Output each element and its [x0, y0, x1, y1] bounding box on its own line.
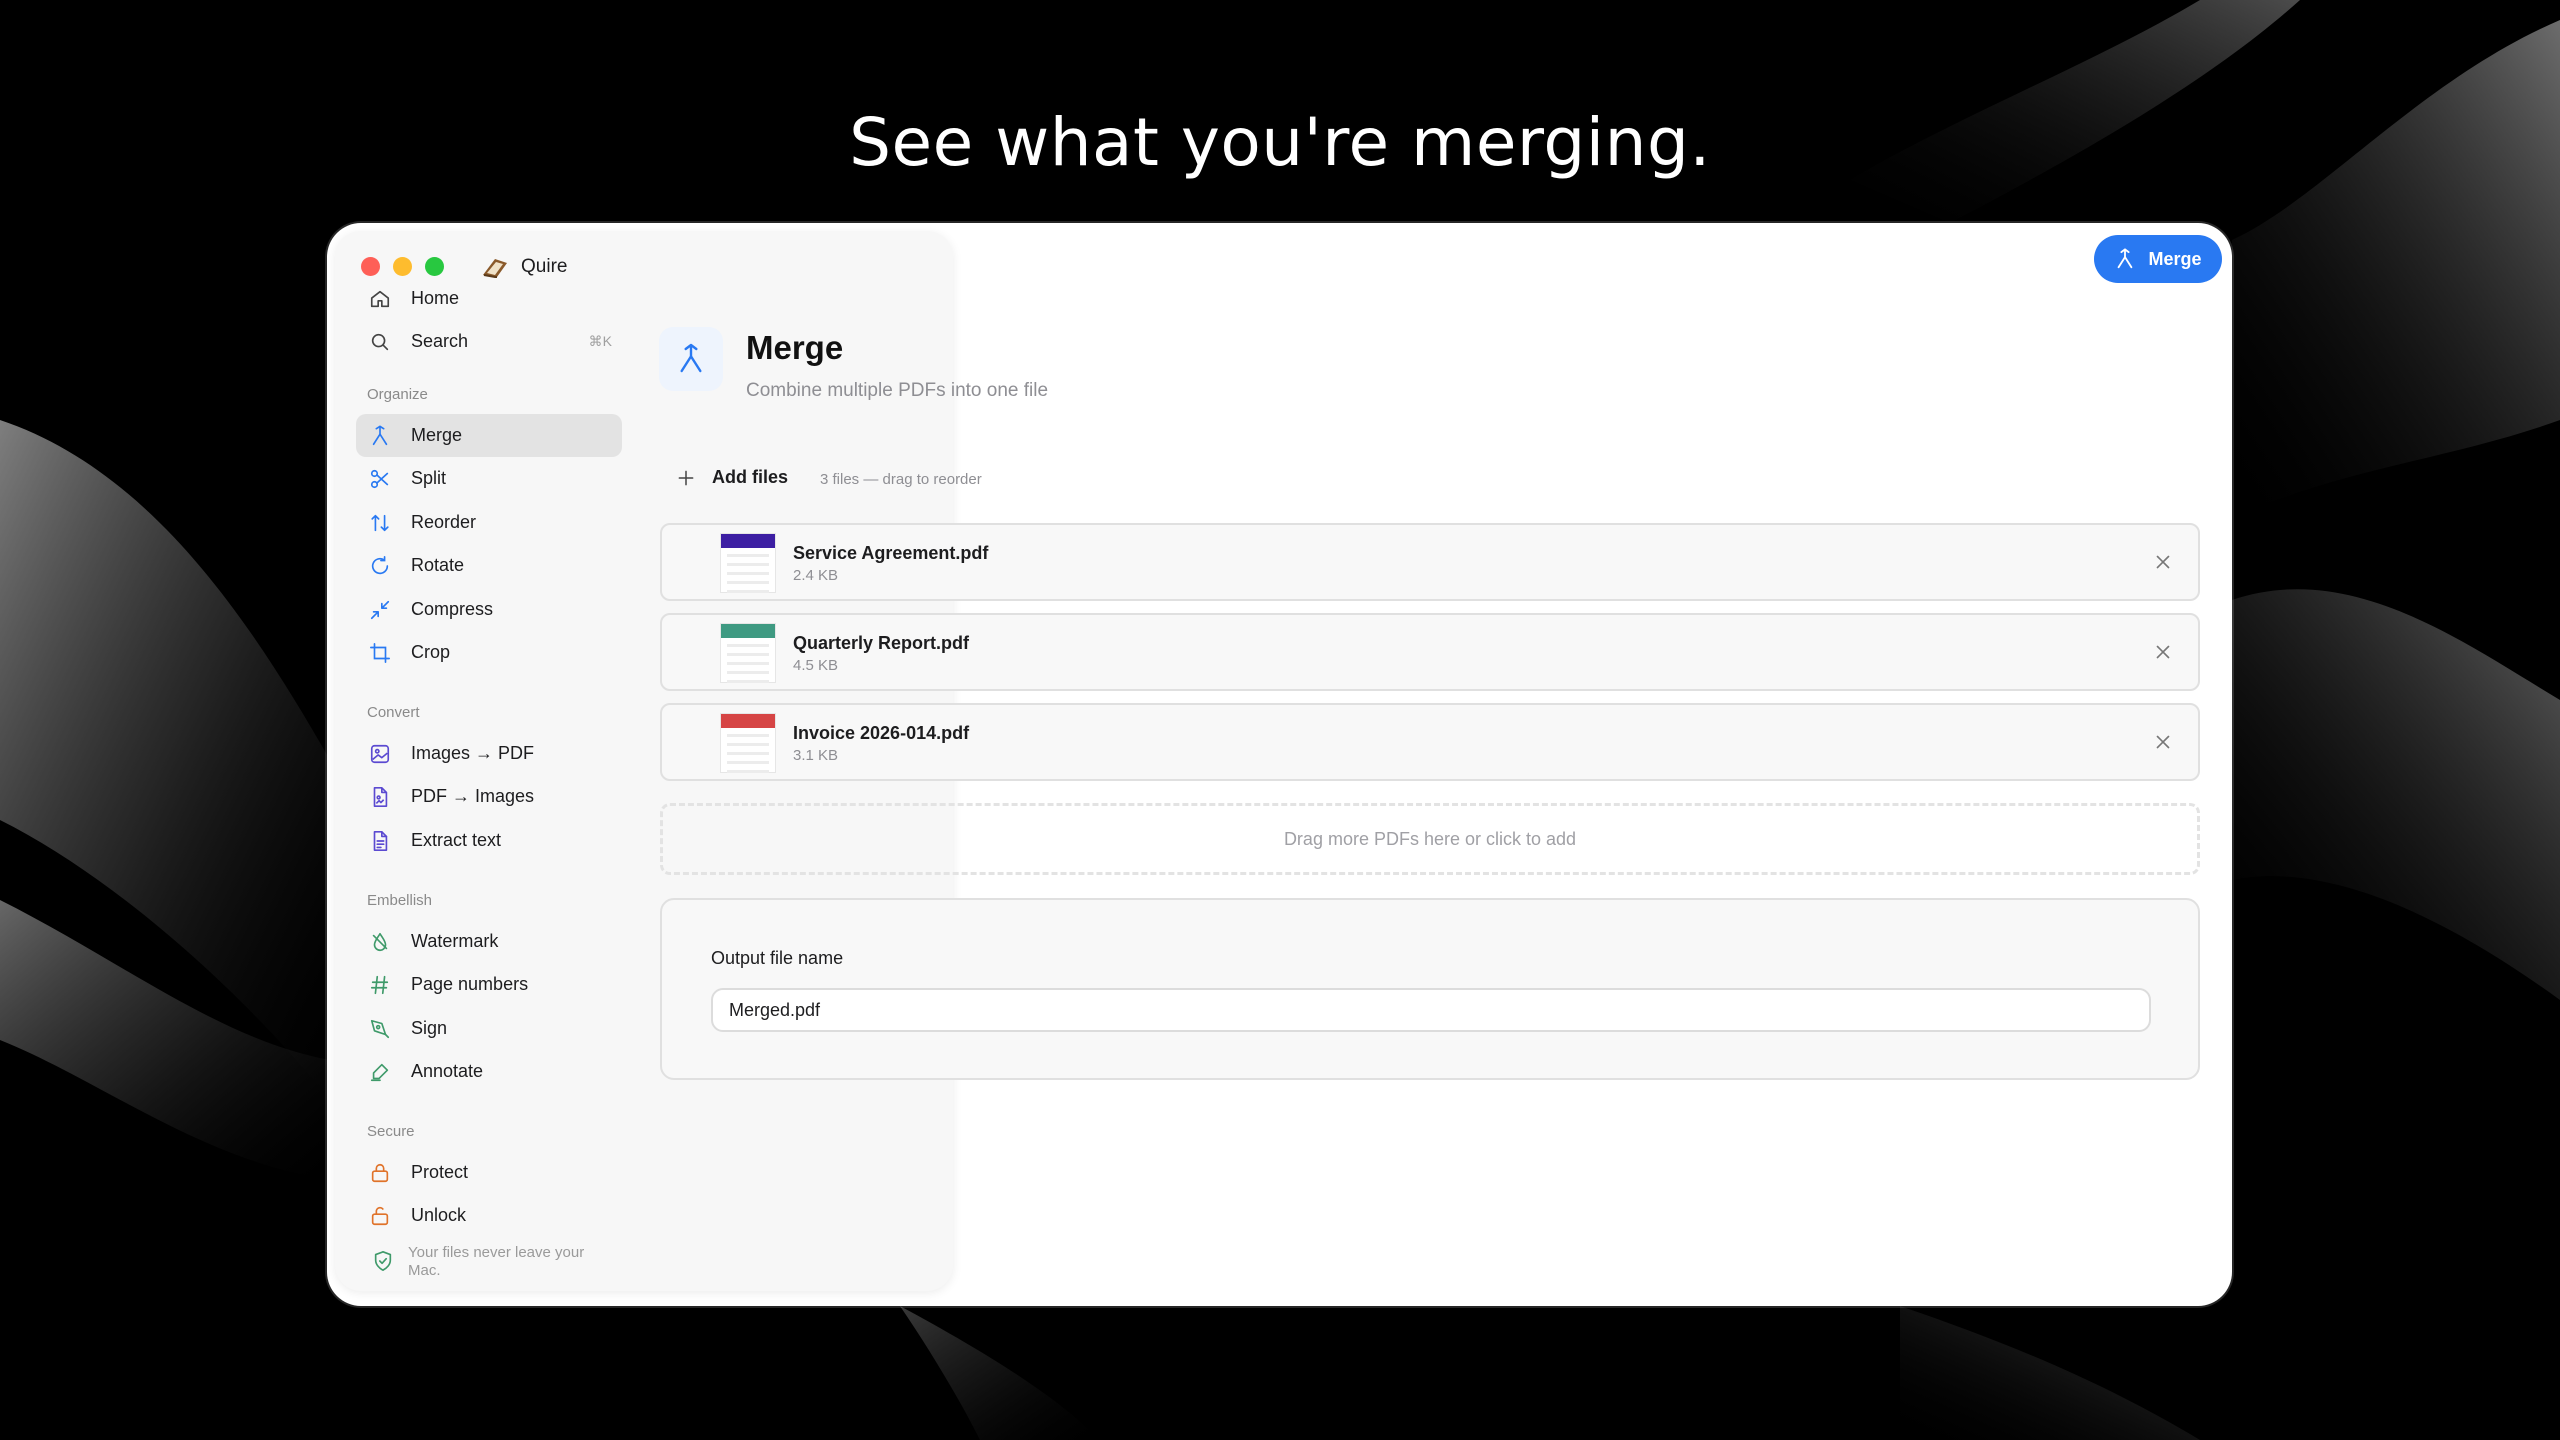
file-row[interactable]: Quarterly Report.pdf 4.5 KB — [660, 613, 2200, 691]
window-controls — [361, 257, 444, 276]
output-file-name-input[interactable] — [711, 988, 2151, 1032]
app-title: Quire — [481, 255, 567, 279]
sidebar-item-home[interactable]: Home — [356, 277, 622, 320]
minimize-window-button[interactable] — [393, 257, 412, 276]
page-title: Merge — [746, 329, 844, 366]
sidebar-item-sign[interactable]: Sign — [356, 1007, 622, 1050]
lock-icon — [371, 1163, 389, 1182]
file-row[interactable]: Invoice 2026-014.pdf 3.1 KB — [660, 703, 2200, 781]
merge-icon — [2118, 248, 2133, 269]
sidebar-item-merge[interactable]: Merge — [356, 414, 622, 457]
search-shortcut: ⌘K — [588, 333, 612, 349]
file-thumbnail — [720, 713, 776, 773]
sidebar-item-page-numbers[interactable]: Page numbers — [356, 963, 622, 1006]
sidebar-item-crop[interactable]: Crop — [356, 631, 622, 674]
sidebar-item-images-to-pdf[interactable]: Images → PDF — [356, 732, 622, 775]
sidebar-item-search[interactable]: Search ⌘K — [356, 320, 622, 363]
drop-zone[interactable]: Drag more PDFs here or click to add — [660, 803, 2200, 875]
remove-file-icon[interactable] — [2152, 551, 2174, 573]
merge-button[interactable]: Merge — [2094, 235, 2222, 283]
file-name: Invoice 2026-014.pdf — [793, 723, 970, 743]
sidebar-item-rotate[interactable]: Rotate — [356, 544, 622, 587]
search-icon — [371, 333, 389, 350]
merge-icon — [680, 343, 702, 373]
arrows-up-down-icon — [371, 514, 389, 531]
crop-icon — [370, 642, 390, 663]
sidebar-item-protect[interactable]: Protect — [356, 1151, 622, 1194]
zoom-window-button[interactable] — [425, 257, 444, 276]
sidebar-item-watermark[interactable]: Watermark — [356, 920, 622, 963]
hash-icon — [370, 975, 389, 994]
sidebar-item-unlock[interactable]: Unlock — [356, 1194, 622, 1237]
app-name: Quire — [521, 256, 568, 277]
file-size: 4.5 KB — [793, 657, 839, 674]
file-thumbnail — [720, 533, 776, 593]
files-count-hint: 3 files — drag to reorder — [820, 471, 982, 488]
pdf-to-image-icon — [373, 786, 388, 807]
app-window: Quire Home Search ⌘K Organize Merge Spli… — [327, 223, 2232, 1306]
output-settings-card: Output file name — [660, 898, 2200, 1080]
compress-icon — [370, 600, 390, 619]
page-icon — [659, 327, 723, 391]
page-subtitle: Combine multiple PDFs into one file — [746, 380, 1049, 401]
merge-icon — [372, 425, 388, 445]
privacy-note: Your files never leave your Mac. — [372, 1244, 612, 1280]
highlighter-icon — [370, 1063, 389, 1081]
document-text-icon — [373, 830, 388, 851]
remove-file-icon[interactable] — [2152, 731, 2174, 753]
headline: See what you're merging. — [849, 104, 1711, 181]
close-window-button[interactable] — [361, 257, 380, 276]
file-row[interactable]: Service Agreement.pdf 2.4 KB — [660, 523, 2200, 601]
file-thumbnail — [720, 623, 776, 683]
sidebar-item-extract-text[interactable]: Extract text — [356, 819, 622, 862]
file-name: Quarterly Report.pdf — [793, 633, 970, 653]
sidebar-item-annotate[interactable]: Annotate — [356, 1050, 622, 1093]
sidebar-item-compress[interactable]: Compress — [356, 588, 622, 631]
sidebar-item-split[interactable]: Split — [356, 457, 622, 500]
file-name: Service Agreement.pdf — [793, 543, 989, 563]
remove-file-icon[interactable] — [2152, 641, 2174, 663]
home-icon — [370, 290, 390, 307]
drop-icon — [372, 932, 388, 951]
section-label-organize: Organize — [367, 386, 428, 403]
section-label-secure: Secure — [367, 1123, 415, 1140]
app-logo-icon — [483, 259, 507, 278]
rotate-icon — [371, 555, 389, 574]
sidebar-item-reorder[interactable]: Reorder — [356, 501, 622, 544]
output-file-name-label: Output file name — [711, 948, 844, 968]
unlock-icon — [371, 1206, 389, 1225]
add-files-button[interactable]: Add files — [676, 467, 788, 488]
image-to-pdf-icon — [370, 744, 390, 763]
section-label-embellish: Embellish — [367, 892, 433, 909]
section-label-convert: Convert — [367, 704, 420, 721]
pen-nib-icon — [370, 1019, 390, 1038]
shield-check-icon — [374, 1251, 392, 1271]
scissors-icon — [370, 469, 389, 488]
file-size: 2.4 KB — [793, 567, 839, 584]
file-size: 3.1 KB — [793, 747, 839, 764]
sidebar-item-pdf-to-images[interactable]: PDF → Images — [356, 775, 622, 818]
plus-icon — [678, 470, 694, 485]
